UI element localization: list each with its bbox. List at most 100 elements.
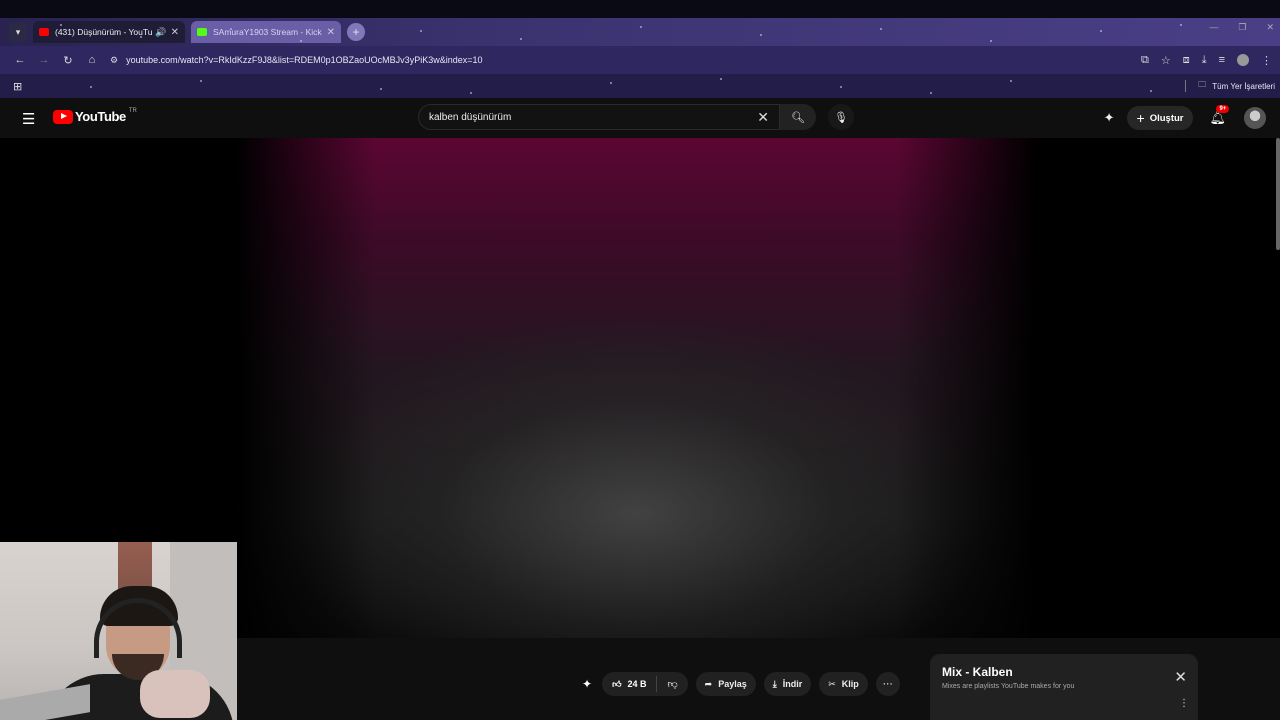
minimize-icon[interactable]: — xyxy=(1209,22,1218,33)
forward-icon[interactable]: → xyxy=(32,54,56,66)
header-right: ✦ + Oluştur 🔔︎ 9+ xyxy=(1104,98,1280,138)
restore-icon[interactable]: ❐ xyxy=(1238,22,1246,33)
webcam-overlay xyxy=(0,542,237,720)
clip-button[interactable]: ✂ Klip xyxy=(819,672,868,696)
search-button[interactable]: 🔍︎ xyxy=(780,104,816,130)
hamburger-menu-icon[interactable]: ☰ xyxy=(22,110,35,128)
window-top-strip xyxy=(0,0,1280,18)
decorative-star xyxy=(230,28,232,30)
decorative-star xyxy=(90,86,92,88)
profile-avatar[interactable] xyxy=(1237,54,1249,66)
download-label: İndir xyxy=(782,679,803,689)
youtube-header: ☰ YouTube TR kalben düşünürüm ✕ 🔍︎ 🎙︎ ✦ … xyxy=(0,98,1280,138)
back-icon[interactable]: ← xyxy=(8,54,32,66)
apps-grid-icon[interactable]: ⊞ xyxy=(13,80,22,93)
decorative-star xyxy=(1150,90,1152,92)
decorative-star xyxy=(1100,30,1102,32)
menu-kebab-icon[interactable]: ⋮ xyxy=(1261,54,1272,67)
plus-icon: + xyxy=(1136,110,1145,126)
decorative-star xyxy=(470,92,472,94)
extensions-icon[interactable]: ⧈ xyxy=(1183,54,1190,67)
download-icon[interactable]: ⤓ xyxy=(1202,54,1207,67)
close-window-icon[interactable]: ✕ xyxy=(1266,22,1274,33)
decorative-star xyxy=(1180,24,1182,26)
url-field[interactable]: ⚙ youtube.com/watch?v=RkIdKzzF9J8&list=R… xyxy=(110,55,1141,66)
dislike-button[interactable]: 👎︎ xyxy=(657,678,687,690)
youtube-play-icon xyxy=(53,109,73,124)
close-tab-icon[interactable]: ✕ xyxy=(327,27,335,38)
decorative-star xyxy=(420,30,422,32)
ask-ai-icon[interactable]: ✦ xyxy=(582,677,592,691)
tab-youtube[interactable]: (431) Düşünürüm - YouTube 🔊 ✕ xyxy=(33,21,185,43)
folder-icon: 🗀 xyxy=(1198,80,1207,89)
close-panel-icon[interactable]: ✕ xyxy=(1174,668,1187,686)
thumbs-down-icon: 👎︎ xyxy=(667,679,678,690)
like-count: 24 B xyxy=(627,679,647,689)
home-icon[interactable]: ⌂ xyxy=(80,54,104,66)
install-app-icon[interactable]: ⧉ xyxy=(1141,54,1149,67)
notification-badge: 9+ xyxy=(1216,105,1230,113)
tab-title: (431) Düşünürüm - YouTube xyxy=(55,27,153,37)
window-controls: — ❐ ✕ xyxy=(1209,22,1274,33)
decorative-star xyxy=(380,88,382,90)
clear-search-icon[interactable]: ✕ xyxy=(757,109,769,126)
kick-favicon-icon xyxy=(197,28,207,36)
all-bookmarks-button[interactable]: 🗀 Tüm Yer İşaretleri xyxy=(1185,79,1275,93)
sparkle-ai-icon[interactable]: ✦ xyxy=(1104,110,1115,126)
decorative-star xyxy=(640,26,642,28)
media-control-icon[interactable]: ≡ xyxy=(1219,54,1225,66)
like-dislike-group: 👍︎ 24 B 👎︎ xyxy=(602,672,688,696)
all-bookmarks-label: Tüm Yer İşaretleri xyxy=(1212,81,1275,91)
decorative-star xyxy=(1010,80,1012,82)
reload-icon[interactable]: ↻ xyxy=(56,54,80,67)
scissors-icon: ✂ xyxy=(828,678,836,689)
decorative-star xyxy=(840,86,842,88)
mix-subtitle: Mixes are playlists YouTube makes for yo… xyxy=(942,683,1075,690)
create-label: Oluştur xyxy=(1149,112,1184,124)
decorative-star xyxy=(300,40,302,42)
decorative-star xyxy=(760,34,762,36)
share-label: Paylaş xyxy=(718,679,747,689)
decorative-star xyxy=(610,82,612,84)
more-horizontal-icon: ⋯ xyxy=(882,678,893,690)
thumbs-up-icon: 👍︎ xyxy=(612,678,622,689)
new-tab-button[interactable]: + xyxy=(347,23,365,41)
bookmark-star-icon[interactable]: ☆ xyxy=(1161,54,1171,67)
close-tab-icon[interactable]: ✕ xyxy=(171,27,179,38)
voice-search-button[interactable]: 🎙︎ xyxy=(828,104,854,130)
toolbar-icons: ⧉ ☆ ⧈ ⤓ ≡ ⋮ xyxy=(1141,54,1272,67)
search-query-text: kalben düşünürüm xyxy=(429,111,512,123)
page-scrollbar[interactable] xyxy=(1276,138,1280,250)
site-info-icon[interactable]: ⚙ xyxy=(110,55,118,66)
webcam-person-hand xyxy=(140,670,210,718)
video-fade-right xyxy=(896,138,1036,638)
decorative-star xyxy=(930,92,932,94)
country-code: TR xyxy=(128,107,137,114)
video-actions: ✦ 👍︎ 24 B 👎︎ ➦ Paylaş ⤓ İndir ✂ Klip ⋯ xyxy=(582,672,900,696)
speaker-icon[interactable]: 🔊 xyxy=(155,27,166,38)
bookmarks-bar: ⊞ 🗀 Tüm Yer İşaretleri xyxy=(0,74,1280,98)
decorative-star xyxy=(60,24,62,26)
decorative-star xyxy=(720,78,722,80)
decorative-star xyxy=(140,36,142,38)
microphone-icon: 🎙︎ xyxy=(834,111,848,124)
notifications-button[interactable]: 🔔︎ 9+ xyxy=(1209,105,1230,126)
download-button[interactable]: ⤓ İndir xyxy=(763,672,812,696)
share-icon: ➦ xyxy=(704,678,713,689)
create-button[interactable]: + Oluştur xyxy=(1126,106,1194,130)
decorative-star xyxy=(880,28,882,30)
like-button[interactable]: 👍︎ 24 B xyxy=(602,676,658,692)
decorative-star xyxy=(990,40,992,42)
youtube-logo[interactable]: YouTube TR xyxy=(53,107,137,124)
address-bar-row: ← → ↻ ⌂ ⚙ youtube.com/watch?v=RkIdKzzF9J… xyxy=(0,46,1280,74)
mix-title: Mix - Kalben xyxy=(942,665,1013,679)
tab-search-button[interactable]: ▾ xyxy=(9,23,27,41)
account-avatar[interactable] xyxy=(1244,107,1266,129)
tab-kick[interactable]: SAmuraY1903 Stream - Kick D ✕ xyxy=(191,21,341,43)
youtube-favicon-icon xyxy=(39,28,49,36)
more-actions-button[interactable]: ⋯ xyxy=(875,672,900,696)
share-button[interactable]: ➦ Paylaş xyxy=(695,672,756,696)
panel-menu-kebab-icon[interactable]: ⋮ xyxy=(1179,698,1189,709)
search-input[interactable]: kalben düşünürüm ✕ xyxy=(418,104,780,130)
tab-bar: ▾ (431) Düşünürüm - YouTube 🔊 ✕ SAmuraY1… xyxy=(0,18,1280,46)
